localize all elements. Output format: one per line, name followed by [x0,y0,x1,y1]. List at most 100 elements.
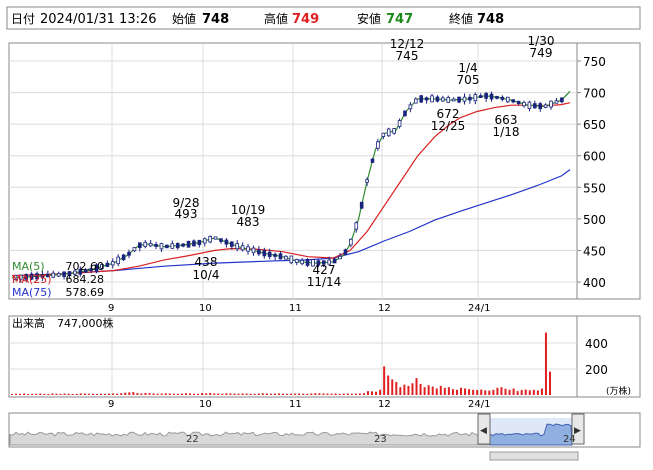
navigator-label-22: 22 [186,434,199,445]
price-x-axis: 9 10 11 12 24/1 [108,303,490,314]
volume-bar [480,389,483,395]
volume-bar [160,393,163,395]
volume-bar [39,393,42,395]
open-label: 始値 [172,11,196,26]
volume-bar [55,393,58,395]
candle-body [240,245,245,251]
volume-bar [27,393,30,395]
low-value: 747 [386,12,413,27]
volume-bar [298,393,301,395]
annotation-line2: 483 [237,215,260,229]
volume-bar [15,393,18,395]
candle-body [495,95,499,99]
candle-body [478,95,483,99]
candle-body [278,253,283,260]
volume-bar [148,393,151,395]
candle-body [262,250,267,257]
volume-bar [156,393,159,395]
volume-bar [326,393,329,395]
candle-body [213,236,218,240]
volume-bar [168,393,171,395]
legend-label: MA(5) [12,260,45,273]
candle-body [338,255,342,260]
navigator-scrollbar[interactable] [489,451,579,461]
candle-body [121,254,126,261]
candle-body [516,100,521,105]
volume-bar [399,387,402,395]
volume-bar [391,379,394,395]
candle-body [219,238,223,242]
candle-body [473,94,478,102]
volume-bar [99,393,102,395]
candle-body [500,96,505,100]
volume-bar [496,387,499,395]
volume-bar [152,393,155,395]
price-x-tick-label: 24/1 [468,303,490,314]
candle-body [381,132,386,137]
volume-bar [35,393,38,395]
volume-bar [383,366,386,395]
volume-bar [536,390,539,395]
candle-body [192,240,196,247]
candle-body [446,97,451,103]
candle-body [289,255,294,264]
candle-body [419,95,423,103]
volume-bar [375,391,378,395]
volume-bar [342,393,345,395]
candle-body [56,272,61,277]
volume-bar [387,375,390,395]
candle-body [235,243,240,250]
volume-x-tick-label: 24/1 [468,399,490,410]
volume-bar [544,332,547,395]
candle-body [257,249,261,255]
candle-body [543,104,548,108]
volume-bar [411,383,414,395]
volume-x-tick-label: 9 [108,399,114,410]
price-y-tick-label: 400 [583,276,606,290]
candle-body [403,110,407,117]
volume-bar [358,393,361,395]
volume-bar [116,393,119,395]
volume-bar [31,393,34,395]
price-y-tick-label: 600 [583,150,606,164]
price-x-tick-label: 12 [378,303,391,314]
volume-bar [221,393,224,395]
volume-y-tick-label: 400 [585,337,608,351]
candle-body [549,100,553,108]
legend-value: 684.28 [66,273,105,286]
navigator[interactable]: ◀ ▶ 22 23 24 [8,412,641,461]
volume-bar [253,393,256,395]
candle-body [560,97,564,103]
candle-body [224,239,229,245]
volume-bar [180,393,183,395]
volume-bar [415,378,418,395]
volume-x-tick-label: 12 [378,399,391,410]
candle-body [246,246,250,252]
volume-bar [23,393,26,395]
volume-bar [464,388,467,395]
candle-body [408,104,413,110]
candle-body [397,120,402,127]
candle-body [349,238,353,246]
volume-bar [201,393,204,395]
candle-body [376,141,380,149]
candle-body [127,251,131,256]
annotation-line2: 11/14 [307,275,342,289]
volume-bar [265,393,268,395]
volume-bar [124,392,127,395]
candle-body [484,92,488,99]
volume-x-tick-label: 11 [289,399,302,410]
candle-body [505,96,510,103]
candle-body [165,244,169,249]
candle-body [511,99,515,103]
navigator-left-handle[interactable]: ◀ [477,413,491,445]
legend-value: 578.69 [66,286,105,299]
volume-bar [91,393,94,395]
volume-bar [512,388,515,395]
volume-bar [362,393,365,395]
volume-bar [75,393,78,395]
candle-body [435,96,440,102]
candle-body [441,97,445,102]
price-panel: 750700650600550500450400 9/28493 10/19483… [8,34,641,300]
volume-bar [314,393,317,395]
